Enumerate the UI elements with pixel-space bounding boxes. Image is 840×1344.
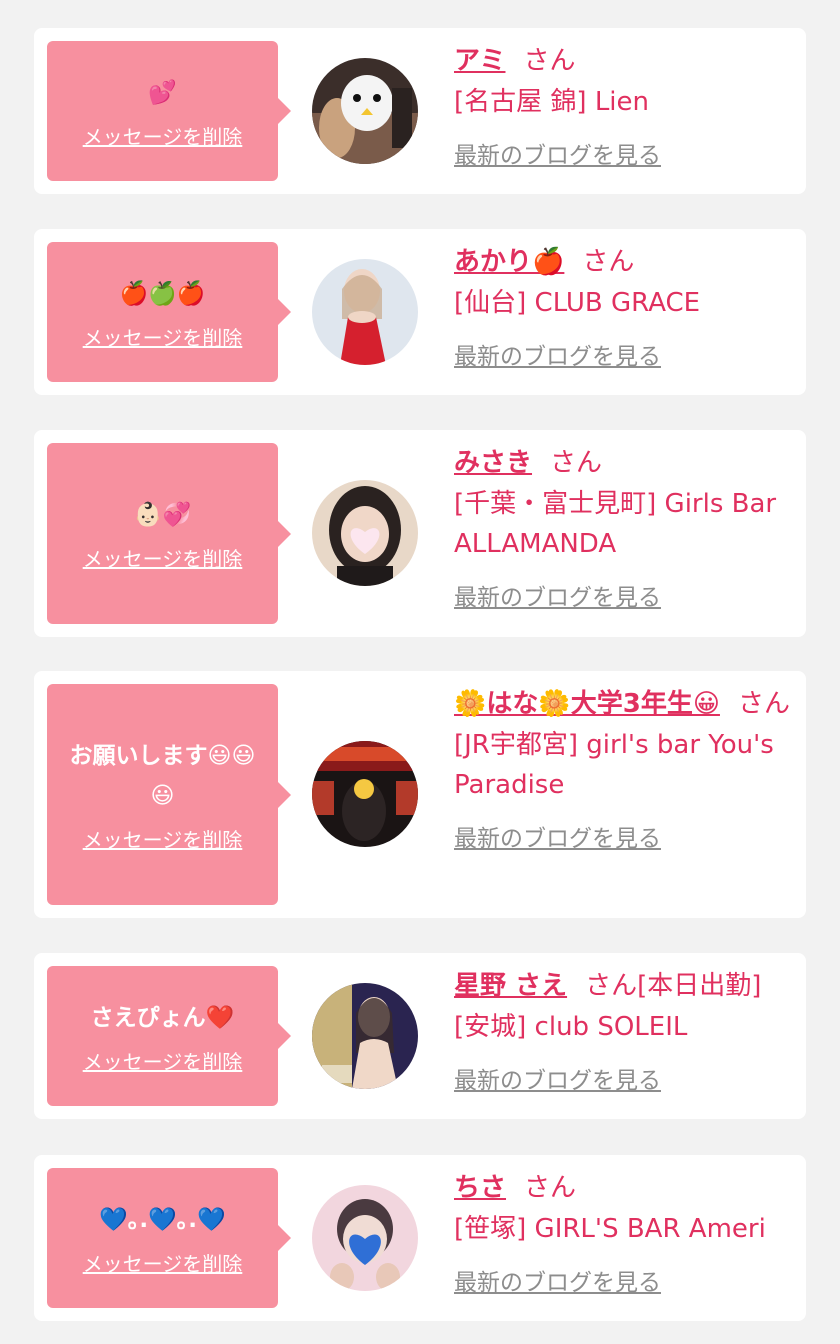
honorific: さん xyxy=(550,448,603,478)
girl-blue-heart-face-avatar-icon xyxy=(312,1185,418,1291)
honorific: さん xyxy=(523,46,576,76)
name-line: みさき さん xyxy=(454,444,799,482)
message-text: 👶🏻💞 xyxy=(133,502,192,528)
message-bubble: さえぴょん❤️ メッセージを削除 xyxy=(47,966,291,1106)
honorific: さん[本日出勤] xyxy=(585,971,762,1001)
girl-heart-face-avatar-icon xyxy=(312,480,418,586)
girl-name-link[interactable]: 🌼はな🌼大学3年生😀 xyxy=(454,689,720,719)
honorific: さん xyxy=(737,689,790,719)
message-bubble: 🍎🍏🍎 メッセージを削除 xyxy=(47,242,291,382)
girl-info: 星野 さえ さん[本日出勤] [安城] club SOLEIL 最新のブログを見る xyxy=(454,967,799,1095)
message-bubble: 💕 メッセージを削除 xyxy=(47,41,291,181)
avatar[interactable] xyxy=(312,983,418,1089)
message-list: 💕 メッセージを削除 アミさん [名古屋 錦] Lien 最新のブログを見る xyxy=(0,0,840,1344)
shop-name: [仙台] CLUB GRACE xyxy=(454,288,701,318)
list-item: お願いします😃😃😃 メッセージを削除 🌼はな🌼大学3年生😀 さん [JR宇都宮] … xyxy=(34,671,806,918)
message-text: お願いします😃😃😃 xyxy=(69,743,256,809)
avatar[interactable] xyxy=(312,1185,418,1291)
latest-blog-link[interactable]: 最新のブログを見る xyxy=(454,578,661,612)
latest-blog-link[interactable]: 最新のブログを見る xyxy=(454,337,661,371)
avatar[interactable] xyxy=(312,259,418,365)
girl-info: あかり🍎 さん [仙台] CLUB GRACE 最新のブログを見る xyxy=(454,243,799,371)
bar-scene-avatar-icon xyxy=(312,741,418,847)
girl-name-link[interactable]: アミ xyxy=(454,46,505,76)
girl-name-link[interactable]: ちさ xyxy=(454,1173,506,1203)
girl-info: みさき さん [千葉・富士見町] Girls Bar ALLAMANDA 最新のブ… xyxy=(454,444,799,612)
delete-message-link[interactable]: メッセージを削除 xyxy=(83,322,243,351)
message-text: 🍎🍏🍎 xyxy=(119,280,206,307)
delete-message-link[interactable]: メッセージを削除 xyxy=(83,824,243,853)
woman-red-dress-avatar-icon xyxy=(312,259,418,365)
list-item: 👶🏻💞 メッセージを削除 みさき さん [千葉・富士見町] Girls Bar A… xyxy=(34,430,806,637)
girl-info: ちさ さん [笹塚] GIRL'S BAR Ameri 最新のブログを見る xyxy=(454,1169,799,1297)
message-bubble: 💙｡.💙｡.💙 メッセージを削除 xyxy=(47,1168,291,1308)
delete-message-link[interactable]: メッセージを削除 xyxy=(83,543,243,572)
delete-message-link[interactable]: メッセージを削除 xyxy=(83,121,243,150)
shop-name: [JR宇都宮] girl's bar You's Paradise xyxy=(454,730,774,800)
message-text: さえぴょん❤️ xyxy=(90,1004,235,1031)
avatar[interactable] xyxy=(312,480,418,586)
message-text: 💙｡.💙｡.💙 xyxy=(99,1206,226,1233)
woman-poster-avatar-icon xyxy=(312,983,418,1089)
girl-with-penguin-mask-avatar-icon xyxy=(312,58,418,164)
list-item: 💙｡.💙｡.💙 メッセージを削除 ちさ さん [笹塚] GIRL'S BAR Am… xyxy=(34,1155,806,1321)
list-item: 🍎🍏🍎 メッセージを削除 あかり🍎 さん [仙台] CLUB GRACE 最新のブ… xyxy=(34,229,806,395)
latest-blog-link[interactable]: 最新のブログを見る xyxy=(454,136,661,170)
name-line: 🌼はな🌼大学3年生😀 さん xyxy=(454,685,799,723)
list-item: 💕 メッセージを削除 アミ さん [名古屋 錦] Lien 最新のブログを見る xyxy=(34,28,806,194)
latest-blog-link[interactable]: 最新のブログを見る xyxy=(454,1061,661,1095)
delete-message-link[interactable]: メッセージを削除 xyxy=(83,1248,243,1277)
girl-info: 🌼はな🌼大学3年生😀 さん [JR宇都宮] girl's bar You's Pa… xyxy=(454,685,799,853)
avatar[interactable] xyxy=(312,58,418,164)
message-text: 💕 xyxy=(148,79,177,106)
girl-info: アミ さん [名古屋 錦] Lien 最新のブログを見る xyxy=(454,42,799,170)
message-bubble: お願いします😃😃😃 メッセージを削除 xyxy=(47,684,291,905)
girl-name-link[interactable]: あかり🍎 xyxy=(454,247,564,277)
latest-blog-link[interactable]: 最新のブログを見る xyxy=(454,1263,661,1297)
avatar[interactable] xyxy=(312,741,418,847)
honorific: さん xyxy=(582,247,635,277)
honorific: さん xyxy=(524,1173,577,1203)
name-line: アミ さん xyxy=(454,42,799,80)
message-bubble: 👶🏻💞 メッセージを削除 xyxy=(47,443,291,624)
delete-message-link[interactable]: メッセージを削除 xyxy=(83,1046,243,1075)
latest-blog-link[interactable]: 最新のブログを見る xyxy=(454,819,661,853)
name-line: あかり🍎 さん xyxy=(454,243,799,281)
girl-name-link[interactable]: 星野 さえ xyxy=(454,971,567,1001)
shop-name: [千葉・富士見町] Girls Bar ALLAMANDA xyxy=(454,489,777,559)
list-item: さえぴょん❤️ メッセージを削除 星野 さえ さん[本日出勤] [安城] club… xyxy=(34,953,806,1119)
name-line: ちさ さん xyxy=(454,1169,799,1207)
girl-name-link[interactable]: みさき xyxy=(454,448,532,478)
shop-name: [笹塚] GIRL'S BAR Ameri xyxy=(454,1214,766,1244)
shop-name: [安城] club SOLEIL xyxy=(454,1012,688,1042)
shop-name: [名古屋 錦] Lien xyxy=(454,87,650,117)
name-line: 星野 さえ さん[本日出勤] xyxy=(454,967,799,1005)
